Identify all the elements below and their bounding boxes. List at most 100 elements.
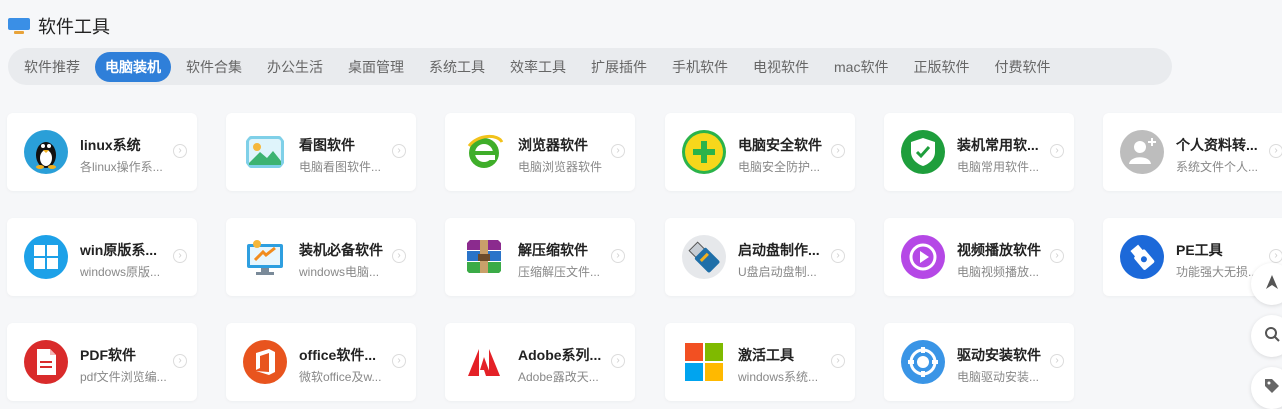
software-card-setup-common[interactable]: 装机常用软... 电脑常用软件... › (884, 113, 1074, 191)
chevron-right-icon: › (611, 144, 625, 158)
chevron-right-icon: › (611, 249, 625, 263)
card-desc: pdf文件浏览编... (80, 370, 167, 384)
chevron-right-icon: › (831, 144, 845, 158)
card-name: PE工具 (1176, 242, 1223, 258)
tab-paid-software[interactable]: 付费软件 (984, 52, 1060, 82)
browser-icon (462, 130, 506, 174)
search-icon (1264, 326, 1280, 347)
back-to-top-button[interactable] (1251, 263, 1282, 305)
search-button[interactable] (1251, 315, 1282, 357)
software-card-install-essentials[interactable]: 装机必备软件 windows电脑... › (226, 218, 416, 296)
card-desc: 功能强大无损... (1176, 265, 1259, 279)
video-play-icon (901, 235, 945, 279)
software-card-activation[interactable]: 激活工具 windows系统... › (665, 323, 855, 401)
card-name: 驱动安装软件 (957, 347, 1041, 363)
image-viewer-icon (243, 130, 287, 174)
chevron-right-icon: › (831, 249, 845, 263)
tab-pc-setup[interactable]: 电脑装机 (95, 51, 171, 82)
chevron-right-icon: › (173, 144, 187, 158)
card-name: 电脑安全软件 (738, 137, 822, 153)
driver-install-icon (901, 340, 945, 384)
security-plus-icon (682, 130, 726, 174)
card-name: Adobe系列... (518, 347, 602, 363)
card-name: 视频播放软件 (957, 242, 1041, 258)
software-card-win-original[interactable]: win原版系... windows原版... › (7, 218, 197, 296)
card-name: office软件... (299, 347, 377, 363)
chevron-right-icon: › (831, 354, 845, 368)
chevron-right-icon: › (1050, 354, 1064, 368)
software-card-image-viewer[interactable]: 看图软件 电脑看图软件... › (226, 113, 416, 191)
section-title: 软件工具 (38, 17, 110, 37)
chevron-right-icon: › (392, 144, 406, 158)
tab-extensions[interactable]: 扩展插件 (581, 52, 657, 82)
pdf-icon (24, 340, 68, 384)
tab-mac-software[interactable]: mac软件 (824, 52, 898, 82)
card-name: PDF软件 (80, 347, 136, 363)
shield-check-icon (901, 130, 945, 174)
card-name: linux系统 (80, 137, 141, 153)
tab-tv-software[interactable]: 电视软件 (743, 52, 819, 82)
section-header: 软件工具 (8, 14, 110, 38)
software-card-security[interactable]: 电脑安全软件 电脑安全防护... › (665, 113, 855, 191)
tab-software-collection[interactable]: 软件合集 (176, 52, 252, 82)
card-name: 浏览器软件 (518, 137, 588, 153)
card-name: 激活工具 (738, 347, 794, 363)
tab-mobile-software[interactable]: 手机软件 (662, 52, 738, 82)
software-card-driver-install[interactable]: 驱动安装软件 电脑驱动安装... › (884, 323, 1074, 401)
software-card-profile-transfer[interactable]: 个人资料转... 系统文件个人... › (1103, 113, 1282, 191)
card-desc: Adobe露改天... (518, 370, 599, 384)
card-name: win原版系... (80, 242, 157, 258)
card-desc: 电脑视频播放... (957, 265, 1040, 279)
card-name: 装机常用软... (957, 137, 1039, 153)
back-to-top-icon (1265, 274, 1279, 295)
card-desc: 电脑常用软件... (957, 160, 1040, 174)
card-desc: windows系统... (738, 370, 819, 384)
windows-icon (24, 235, 68, 279)
card-desc: 电脑安全防护... (738, 160, 821, 174)
card-name: 启动盘制作... (738, 242, 820, 258)
card-desc: 压缩解压文件... (518, 265, 601, 279)
software-card-adobe[interactable]: Adobe系列... Adobe露改天... › (445, 323, 635, 401)
software-card-boot-disk[interactable]: 启动盘制作... U盘启动盘制... › (665, 218, 855, 296)
card-desc: windows原版... (80, 265, 161, 279)
tag-button[interactable] (1251, 367, 1282, 409)
card-desc: U盘启动盘制... (738, 265, 817, 279)
chevron-right-icon: › (392, 354, 406, 368)
card-desc: 电脑浏览器软件 (518, 160, 603, 174)
card-name: 解压缩软件 (518, 242, 588, 258)
tab-software-recommend[interactable]: 软件推荐 (14, 52, 90, 82)
card-desc: 微软office及w... (299, 370, 382, 384)
chevron-right-icon: › (1269, 249, 1282, 263)
software-card-linux[interactable]: linux系统 各linux操作系... › (7, 113, 197, 191)
card-desc: 系统文件个人... (1176, 160, 1259, 174)
card-name: 装机必备软件 (299, 242, 383, 258)
tag-icon (1264, 378, 1280, 399)
archive-icon (462, 235, 506, 279)
tab-desktop-management[interactable]: 桌面管理 (338, 52, 414, 82)
linux-penguin-icon (24, 130, 68, 174)
chevron-right-icon: › (173, 354, 187, 368)
usb-drive-icon (682, 235, 726, 279)
software-card-pdf[interactable]: PDF软件 pdf文件浏览编... › (7, 323, 197, 401)
software-card-video-player[interactable]: 视频播放软件 电脑视频播放... › (884, 218, 1074, 296)
tab-office-life[interactable]: 办公生活 (257, 52, 333, 82)
user-profile-icon (1120, 130, 1164, 174)
chevron-right-icon: › (1050, 249, 1064, 263)
chevron-right-icon: › (1050, 144, 1064, 158)
chevron-right-icon: › (1269, 144, 1282, 158)
office-icon (243, 340, 287, 384)
card-name: 看图软件 (299, 137, 355, 153)
category-tabbar: 软件推荐 电脑装机 软件合集 办公生活 桌面管理 系统工具 效率工具 扩展插件 … (8, 48, 1172, 85)
software-card-office[interactable]: office软件... 微软office及w... › (226, 323, 416, 401)
card-desc: windows电脑... (299, 265, 380, 279)
card-desc: 各linux操作系... (80, 160, 163, 174)
chevron-right-icon: › (392, 249, 406, 263)
chevron-right-icon: › (173, 249, 187, 263)
card-name: 个人资料转... (1176, 137, 1258, 153)
software-card-archive[interactable]: 解压缩软件 压缩解压文件... › (445, 218, 635, 296)
adobe-icon (462, 340, 506, 384)
tab-productivity-tools[interactable]: 效率工具 (500, 52, 576, 82)
tab-system-tools[interactable]: 系统工具 (419, 52, 495, 82)
tab-licensed-software[interactable]: 正版软件 (903, 52, 979, 82)
software-card-browser[interactable]: 浏览器软件 电脑浏览器软件 › (445, 113, 635, 191)
